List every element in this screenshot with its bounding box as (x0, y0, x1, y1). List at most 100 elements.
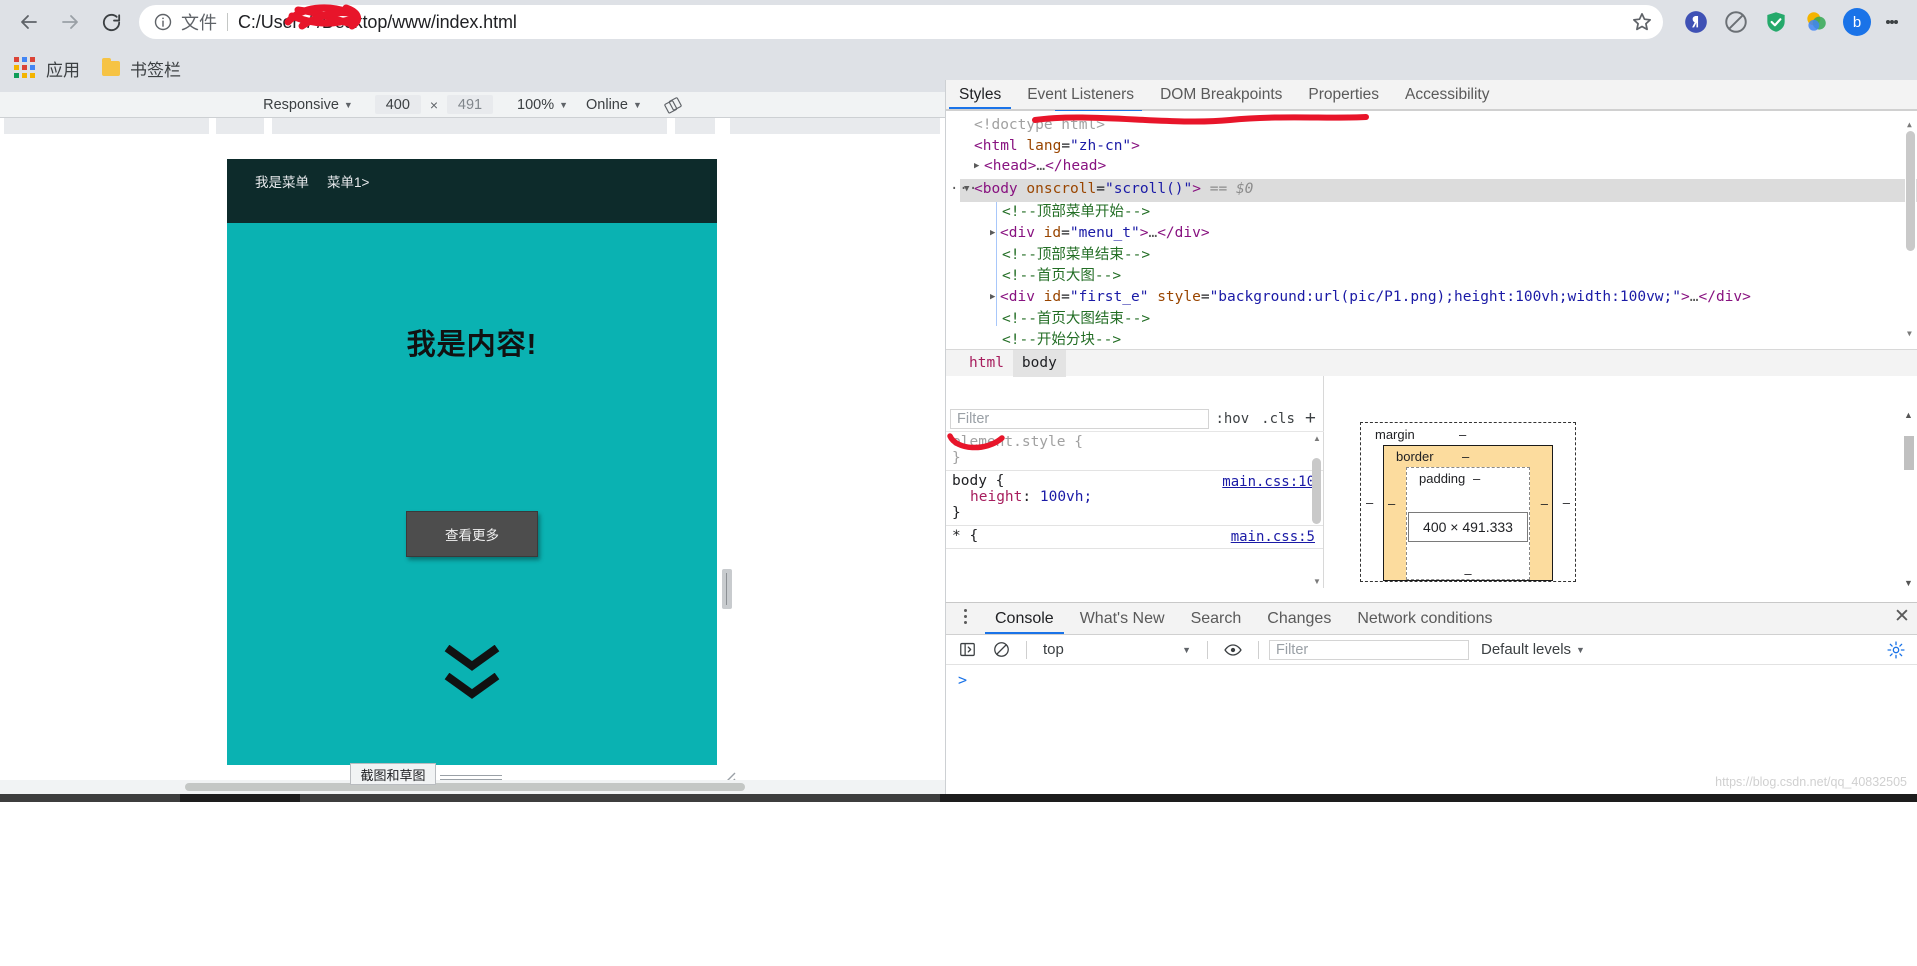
console-prompt[interactable]: > (946, 665, 1917, 689)
css-rule-universal[interactable]: * { main.css:5 (946, 526, 1323, 549)
dom-line-first-e-div[interactable]: ▶ <div id="first_e" style="background:url… (960, 287, 1917, 310)
viewport-resize-handle-right[interactable] (722, 569, 732, 609)
scroll-up-arrow-icon[interactable]: ▲ (1904, 410, 1913, 420)
dom-line-body-selected[interactable]: ··· ▼ <body onscroll="scroll()"> == $0 (950, 179, 1917, 202)
screenshot-tool-chip[interactable]: 截图和草图 (350, 763, 436, 785)
forward-icon[interactable] (51, 3, 89, 41)
extension-icon-colors[interactable] (1799, 5, 1833, 39)
computed-pane-scrollbar[interactable]: ▲ ▼ (1903, 410, 1915, 588)
chevron-down-icon: ▼ (559, 99, 569, 110)
reload-icon[interactable] (92, 3, 130, 41)
attr-value: "first_e" (1069, 288, 1149, 305)
profile-avatar[interactable]: b (1843, 8, 1871, 36)
site-menu-item[interactable]: 我是菜单 (255, 171, 309, 191)
site-menu-item[interactable]: 菜单1> (327, 171, 369, 191)
url-text[interactable]: C:/Users/ /Desktop/www/index.html (238, 12, 1629, 33)
close-drawer-icon[interactable]: ✕ (1887, 603, 1917, 629)
box-model-padding-top[interactable]: – (1473, 471, 1480, 486)
tab-styles[interactable]: Styles (946, 80, 1014, 109)
scroll-down-arrow-icon[interactable]: ▼ (1904, 578, 1913, 588)
drawer-more-icon[interactable] (952, 603, 978, 629)
attr-value-part2: width:100vw;" (1567, 288, 1682, 305)
css-property-value[interactable]: 100vh; (1040, 489, 1092, 505)
tab-accessibility[interactable]: Accessibility (1392, 80, 1502, 109)
viewport-zoom-select[interactable]: 100% ▼ (517, 97, 568, 113)
left-pane-horizontal-scrollbar[interactable] (0, 780, 945, 794)
box-model-margin-right[interactable]: – (1563, 495, 1570, 510)
styles-scrollbar[interactable]: ▲ ▼ (1311, 432, 1323, 588)
chevron-down-icon: ▼ (1182, 644, 1191, 655)
box-model-diagram[interactable]: margin – – – border – – – padding – – – (1360, 422, 1576, 582)
css-rule-body[interactable]: body { main.css:10 height: 100vh; } (946, 471, 1323, 526)
tab-properties[interactable]: Properties (1295, 80, 1392, 109)
console-sidebar-icon[interactable] (952, 637, 982, 663)
toggle-element-classes-button[interactable]: .cls (1255, 411, 1301, 427)
scroll-up-arrow-icon[interactable]: ▲ (1313, 434, 1321, 443)
dom-tree[interactable]: <!doctype html> <html lang="zh-cn"> ▶ <he… (946, 111, 1917, 349)
drawer-tab-network-conditions[interactable]: Network conditions (1344, 603, 1505, 634)
network-throttling-select[interactable]: Online ▼ (586, 97, 642, 113)
address-bar[interactable]: 文件 C:/Users/ /Desktop/www/index.html (139, 5, 1663, 39)
drawer-tab-changes[interactable]: Changes (1254, 603, 1344, 634)
bookmark-star-icon[interactable] (1629, 9, 1655, 35)
tab-event-listeners[interactable]: Event Listeners (1014, 80, 1147, 109)
console-filter-input[interactable]: Filter (1269, 639, 1469, 660)
box-model-padding-box[interactable]: padding – – – – 400 × 491.333 (1406, 467, 1530, 581)
drawer-tab-search[interactable]: Search (1178, 603, 1255, 634)
info-circle-icon[interactable] (153, 12, 173, 32)
extension-icon-yandex[interactable] (1679, 5, 1713, 39)
box-model-content-size[interactable]: 400 × 491.333 (1408, 512, 1528, 542)
styles-filter-input[interactable]: Filter (950, 408, 1210, 429)
dom-line-menu-div[interactable]: ▶ <div id="menu_t">…</div> (960, 223, 1917, 246)
console-output[interactable]: > https://blog.csdn.net/qq_40832505 (946, 665, 1917, 793)
settings-gear-icon[interactable] (1881, 637, 1911, 663)
css-property-name[interactable]: height (970, 489, 1022, 505)
css-source-link[interactable]: main.css:5 (1231, 529, 1315, 545)
console-context-select[interactable]: top ▼ (1037, 641, 1197, 658)
live-expression-icon[interactable] (1218, 637, 1248, 663)
emulated-device-viewport[interactable]: 我是菜单 菜单1> 我是内容! 查看更多 (227, 159, 717, 765)
hero-more-button[interactable]: 查看更多 (406, 511, 538, 557)
dom-line-html[interactable]: <html lang="zh-cn"> (960, 136, 1917, 157)
rotate-device-icon[interactable] (664, 96, 682, 114)
box-model-padding-bottom[interactable]: – (1464, 566, 1471, 581)
device-preset-label: Responsive (263, 96, 339, 113)
back-icon[interactable] (10, 3, 48, 41)
toggle-pseudo-states-button[interactable]: :hov (1209, 411, 1255, 427)
box-model-margin-left[interactable]: – (1366, 495, 1373, 510)
chrome-menu-icon[interactable] (1877, 5, 1907, 39)
scroll-down-arrow-icon[interactable]: ▼ (1907, 324, 1912, 345)
viewport-height-input[interactable]: 491 (447, 95, 493, 114)
css-selector[interactable]: element.style { (952, 434, 1323, 450)
scroll-down-arrow-icon[interactable]: ▼ (1313, 577, 1321, 586)
drawer-tab-whats-new[interactable]: What's New (1067, 603, 1178, 634)
dom-tree-scrollbar[interactable]: ▲ ▼ (1905, 113, 1916, 347)
breadcrumb-item-body[interactable]: body (1012, 349, 1066, 377)
box-model-border-top[interactable]: – (1462, 449, 1469, 464)
breadcrumb-item-html[interactable]: html (960, 350, 1013, 377)
css-declaration[interactable]: height: 100vh; (952, 489, 1323, 505)
css-source-link[interactable]: main.css:10 (1222, 474, 1315, 490)
new-style-rule-button[interactable]: + (1301, 408, 1320, 430)
omnibox-actions (1629, 9, 1655, 35)
dom-line-head[interactable]: ▶ <head>…</head> (960, 156, 1917, 179)
css-rule-close: } (952, 450, 961, 466)
box-model-margin-label: margin (1375, 427, 1415, 442)
box-model-border-left[interactable]: – (1388, 496, 1395, 511)
box-model-border-right[interactable]: – (1541, 496, 1548, 511)
console-levels-select[interactable]: Default levels ▼ (1473, 641, 1593, 658)
extension-icon-adblock[interactable] (1719, 5, 1753, 39)
bookmark-item-folder[interactable]: 书签栏 (102, 56, 181, 81)
box-model-border-box[interactable]: border – – – padding – – – – 400 × 491.3… (1383, 445, 1553, 581)
drawer-tab-console[interactable]: Console (982, 603, 1067, 634)
double-chevron-down-icon[interactable] (444, 645, 500, 699)
device-preset-select[interactable]: Responsive ▼ (263, 97, 353, 113)
box-model-margin-top[interactable]: – (1459, 427, 1466, 442)
tab-dom-breakpoints[interactable]: DOM Breakpoints (1147, 80, 1295, 109)
clear-console-icon[interactable] (986, 637, 1016, 663)
extension-icon-shield[interactable] (1759, 5, 1793, 39)
css-rule-element-style[interactable]: element.style { } (946, 432, 1323, 471)
bookmark-item-apps[interactable]: 应用 (14, 56, 80, 81)
throttling-label: Online (586, 96, 628, 113)
viewport-width-input[interactable]: 400 (374, 95, 421, 114)
